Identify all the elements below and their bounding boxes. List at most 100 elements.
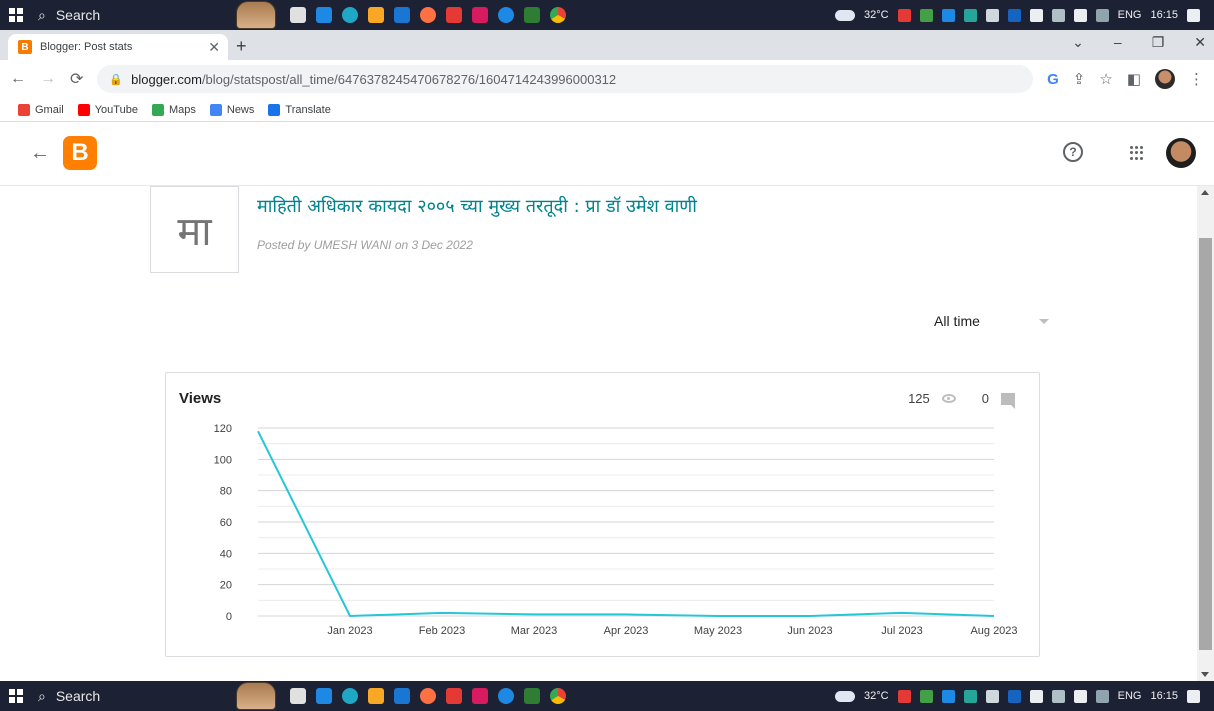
task-view-icon[interactable] [290, 7, 306, 23]
volume-icon[interactable] [1073, 8, 1087, 22]
taskbar-search[interactable]: ⌕ Search [32, 681, 204, 711]
views-chart-card: 0 20 40 60 80 100 120 Jan 2023 Feb 2023 Mar 2023 A… [165, 372, 1040, 657]
app-blue-icon[interactable] [498, 7, 514, 23]
chrome-icon[interactable] [550, 688, 566, 704]
tray-network-icon[interactable] [985, 689, 999, 703]
search-icon: ⌕ [38, 6, 46, 23]
tray-acrobat-icon[interactable] [897, 8, 911, 22]
keyboard-icon[interactable] [1095, 8, 1109, 22]
language-label[interactable]: ENG [1118, 9, 1142, 21]
app-green-icon[interactable] [524, 7, 540, 23]
bluetooth-icon[interactable] [1007, 689, 1021, 703]
bookmark-label: Maps [168, 103, 196, 116]
file-explorer-icon[interactable] [368, 7, 384, 23]
clock-label[interactable]: 16:15 [1150, 9, 1178, 21]
weather-cloud-icon[interactable] [835, 9, 856, 21]
forward-arrow-icon[interactable]: → [40, 70, 56, 88]
google-lens-icon[interactable]: G [1047, 71, 1059, 88]
app-red-icon[interactable] [446, 688, 462, 704]
scroll-down-arrow-icon[interactable] [1201, 672, 1209, 677]
tray-q-icon[interactable] [919, 689, 933, 703]
tab-close-icon[interactable]: ✕ [208, 39, 220, 56]
new-tab-icon[interactable]: + [236, 36, 247, 57]
tray-network-icon[interactable] [985, 8, 999, 22]
account-avatar[interactable] [1166, 138, 1196, 168]
back-arrow-icon[interactable]: ← [30, 142, 50, 165]
bookmark-news[interactable]: News [209, 103, 254, 116]
cortana-image-icon[interactable] [236, 1, 276, 29]
weather-cloud-icon[interactable] [835, 690, 856, 702]
share-icon[interactable]: ⇪ [1073, 70, 1086, 88]
search-icon: ⌕ [38, 687, 46, 704]
time-range-dropdown[interactable]: All time [934, 313, 1049, 329]
news-icon [209, 103, 222, 116]
mail-icon[interactable] [316, 7, 332, 23]
app-blue-icon[interactable] [498, 688, 514, 704]
task-view-icon[interactable] [290, 688, 306, 704]
language-label[interactable]: ENG [1118, 690, 1142, 702]
volume-icon[interactable] [1073, 689, 1087, 703]
keyboard-icon[interactable] [1095, 689, 1109, 703]
post-title[interactable]: माहिती अधिकार कायदा २००५ च्या मुख्य तरतू… [257, 194, 697, 218]
browser-profile-avatar[interactable] [1155, 69, 1175, 89]
tab-search-chevron-icon[interactable]: ⌄ [1072, 34, 1084, 51]
bookmark-maps[interactable]: Maps [151, 103, 196, 116]
chrome-icon[interactable] [550, 7, 566, 23]
window-close-icon[interactable]: ✕ [1194, 34, 1206, 51]
x-tick-label: Feb 2023 [419, 625, 465, 637]
bookmark-star-icon[interactable]: ☆ [1099, 70, 1112, 88]
clock-label[interactable]: 16:15 [1150, 690, 1178, 702]
address-bar[interactable]: 🔒 blogger.com/blog/statspost/all_time/64… [97, 65, 1034, 93]
bookmark-gmail[interactable]: Gmail [18, 103, 64, 116]
app-pink-icon[interactable] [472, 7, 488, 23]
notifications-icon[interactable] [1187, 689, 1200, 703]
mail-icon[interactable] [316, 688, 332, 704]
system-tray: 32°C ENG 16:15 [835, 8, 1214, 22]
tab-title: Blogger: Post stats [40, 41, 133, 53]
app-red-icon[interactable] [446, 7, 462, 23]
taskbar-search[interactable]: ⌕ Search [32, 0, 204, 30]
restore-icon[interactable]: ❐ [1152, 34, 1165, 51]
store-icon[interactable] [394, 688, 410, 704]
battery-icon[interactable] [1029, 689, 1043, 703]
bookmark-youtube[interactable]: YouTube [77, 103, 138, 116]
minimize-icon[interactable]: – [1114, 34, 1122, 51]
reload-icon[interactable]: ⟳ [70, 69, 83, 89]
edge-icon[interactable] [342, 688, 358, 704]
file-explorer-icon[interactable] [368, 688, 384, 704]
scroll-thumb[interactable] [1199, 238, 1212, 650]
page-scrollbar[interactable] [1197, 186, 1214, 681]
post-stats-content: मा माहिती अधिकार कायदा २००५ च्या मुख्य त… [0, 186, 1197, 681]
translate-icon [268, 103, 281, 116]
firefox-icon[interactable] [420, 7, 436, 23]
firefox-icon[interactable] [420, 688, 436, 704]
more-menu-icon[interactable]: ⋮ [1189, 70, 1204, 88]
app-green-icon[interactable] [524, 688, 540, 704]
tray-app-icon[interactable] [941, 689, 955, 703]
scroll-up-arrow-icon[interactable] [1201, 190, 1209, 195]
blogger-logo-icon[interactable]: B [63, 136, 97, 170]
battery-icon[interactable] [1029, 8, 1043, 22]
windows-start-icon[interactable] [0, 681, 32, 711]
tray-app2-icon[interactable] [963, 8, 977, 22]
back-arrow-icon[interactable]: ← [10, 70, 26, 88]
bookmark-translate[interactable]: Translate [268, 103, 331, 116]
app-pink-icon[interactable] [472, 688, 488, 704]
browser-tab[interactable]: B Blogger: Post stats ✕ [8, 34, 228, 60]
y-tick-label: 40 [220, 548, 232, 560]
tray-app-icon[interactable] [941, 8, 955, 22]
google-apps-icon[interactable] [1130, 146, 1144, 160]
wifi-icon[interactable] [1051, 689, 1065, 703]
wifi-icon[interactable] [1051, 8, 1065, 22]
edge-icon[interactable] [342, 7, 358, 23]
help-icon[interactable]: ? [1063, 142, 1083, 162]
windows-start-icon[interactable] [0, 0, 32, 30]
tray-app2-icon[interactable] [963, 689, 977, 703]
store-icon[interactable] [394, 7, 410, 23]
notifications-icon[interactable] [1187, 8, 1200, 22]
cortana-image-icon[interactable] [236, 682, 276, 710]
tray-q-icon[interactable] [919, 8, 933, 22]
tray-acrobat-icon[interactable] [897, 689, 911, 703]
bluetooth-icon[interactable] [1007, 8, 1021, 22]
side-panel-icon[interactable]: ◧ [1127, 70, 1141, 88]
